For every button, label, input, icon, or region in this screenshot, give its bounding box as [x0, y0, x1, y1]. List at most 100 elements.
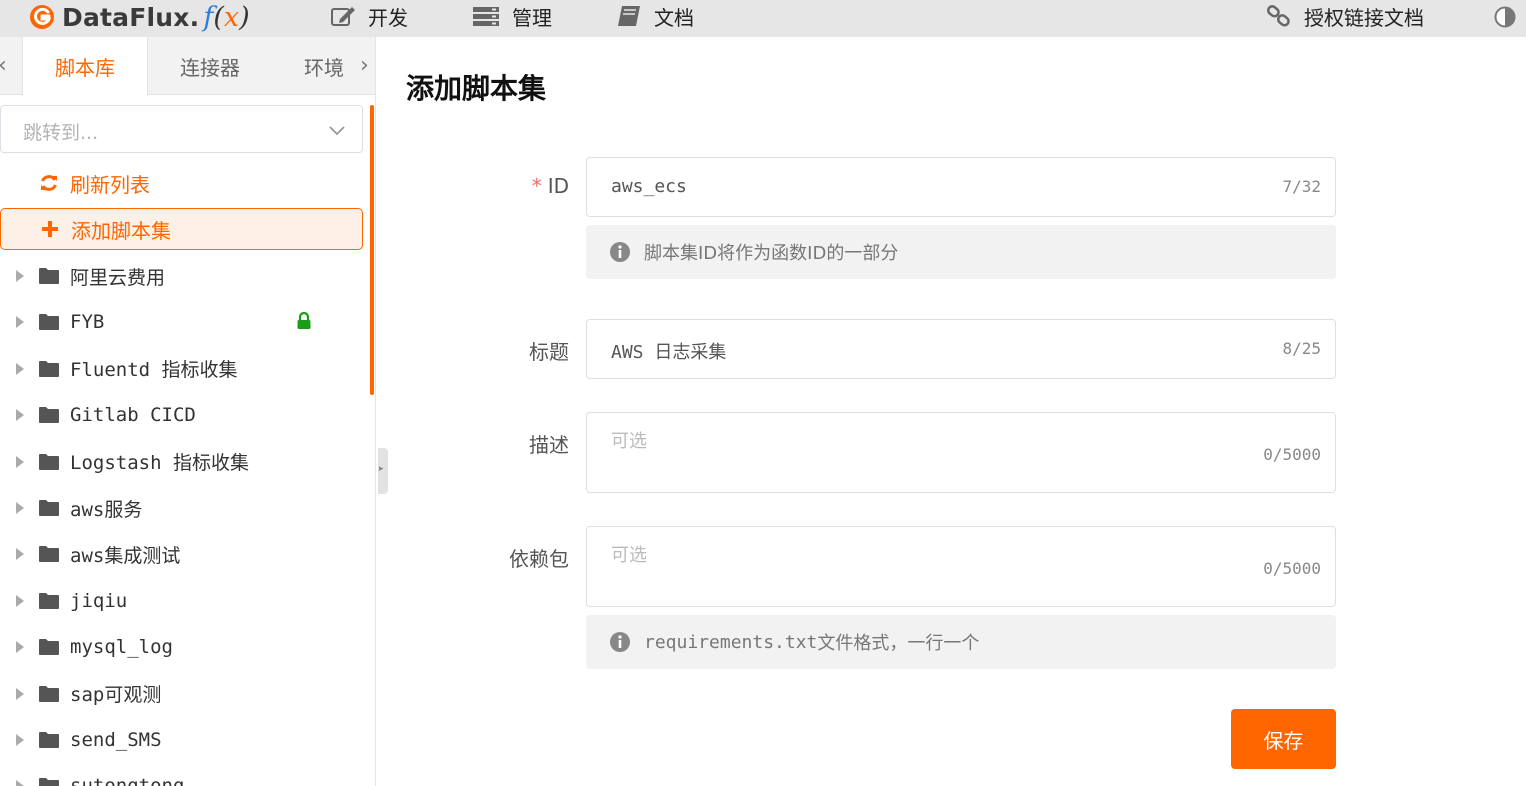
sidebar-scrollbar[interactable] — [370, 105, 374, 395]
expand-caret-icon[interactable] — [16, 780, 26, 786]
tree-item-label: sap可观测 — [70, 684, 162, 707]
refresh-list-button[interactable]: 刷新列表 — [0, 162, 150, 204]
title-input[interactable]: AWS 日志采集 8/25 — [586, 319, 1336, 379]
lock-icon — [297, 312, 311, 330]
expand-caret-icon[interactable] — [16, 594, 26, 607]
jump-to-placeholder: 跳转到... — [23, 122, 99, 144]
folder-icon — [39, 639, 59, 656]
sidebar: ‹ 脚本库 连接器 环境 › 跳转到... 刷新列表 添加脚本集 — [0, 37, 376, 786]
sidebar-collapse-handle[interactable]: ▸ — [378, 448, 388, 494]
tree-item[interactable]: aws集成测试 — [0, 536, 363, 572]
requirements-placeholder: 可选 — [611, 545, 647, 566]
link-icon — [1266, 5, 1290, 27]
folder-icon — [39, 360, 59, 377]
expand-caret-icon[interactable] — [16, 548, 26, 561]
tree-item[interactable]: mysql_log — [0, 629, 363, 665]
tree-item-label: aws集成测试 — [70, 544, 181, 567]
edit-icon — [331, 7, 355, 26]
tree-item[interactable]: 阿里云费用 — [0, 258, 363, 294]
expand-caret-icon[interactable] — [16, 409, 26, 422]
requirements-hint: requirements.txt 文件格式，一行一个 — [586, 615, 1336, 669]
tab-scroll-right-icon[interactable]: › — [360, 53, 369, 78]
dataflux-logo-icon — [30, 5, 54, 29]
tab-script-library[interactable]: 脚本库 — [22, 37, 148, 96]
nav-develop[interactable]: 开发 — [330, 0, 408, 32]
expand-caret-icon[interactable] — [16, 316, 26, 329]
tree-item[interactable]: Gitlab CICD — [0, 397, 363, 433]
tab-connectors[interactable]: 连接器 — [148, 37, 272, 95]
book-icon — [618, 6, 640, 26]
id-value: aws_ecs — [611, 176, 687, 197]
folder-icon — [39, 453, 59, 470]
folder-icon — [39, 778, 59, 786]
tree-item[interactable]: sap可观测 — [0, 676, 363, 712]
tree-item[interactable]: sutongtong — [0, 768, 363, 786]
sidebar-tabbar: ‹ 脚本库 连接器 环境 › — [0, 37, 375, 96]
id-input[interactable]: aws_ecs 7/32 — [586, 157, 1336, 217]
server-icon — [473, 7, 499, 26]
page-title: 添加脚本集 — [406, 72, 547, 105]
tab-environment[interactable]: 环境 — [290, 37, 358, 95]
logo-fx: f(x) — [203, 1, 250, 33]
description-textarea[interactable]: 可选 0/5000 — [586, 412, 1336, 493]
tree-item-label: sutongtong — [70, 775, 184, 786]
expand-caret-icon[interactable] — [16, 502, 26, 514]
folder-icon — [39, 592, 59, 609]
tree-item[interactable]: FYB — [0, 304, 363, 340]
tab-scroll-left-icon[interactable]: ‹ — [0, 53, 7, 78]
refresh-list-label: 刷新列表 — [70, 172, 150, 197]
description-placeholder: 可选 — [611, 431, 647, 452]
save-button[interactable]: 保存 — [1231, 709, 1336, 769]
tree-item[interactable]: jiqiu — [0, 583, 363, 619]
required-mark: * — [531, 174, 542, 198]
requirements-char-count: 0/5000 — [1263, 559, 1321, 578]
id-char-count: 7/32 — [1282, 177, 1321, 196]
requirements-hint-filename: requirements.txt — [644, 631, 818, 653]
nav-manage[interactable]: 管理 — [472, 0, 552, 32]
nav-auth-link-docs-label: 授权链接文档 — [1304, 5, 1424, 30]
id-label: * ID — [531, 174, 569, 198]
tree-item[interactable]: Fluentd 指标收集 — [0, 351, 363, 387]
refresh-icon — [38, 172, 60, 194]
folder-icon — [39, 685, 59, 702]
folder-icon — [39, 268, 59, 284]
expand-caret-icon[interactable] — [16, 734, 26, 746]
expand-caret-icon[interactable] — [16, 270, 26, 282]
main-content: 添加脚本集 * ID aws_ecs 7/32 脚本集ID将作为函数ID的一部分 … — [389, 37, 1526, 786]
dataflux-logo[interactable]: DataFlux. f(x) — [28, 0, 250, 34]
requirements-hint-text: 文件格式，一行一个 — [817, 633, 980, 654]
tree-item[interactable]: aws服务 — [0, 490, 363, 526]
tree-item-label: Gitlab CICD — [70, 404, 196, 427]
tree-item-label: aws服务 — [70, 498, 143, 521]
logo-text: DataFlux. — [62, 2, 200, 32]
folder-icon — [39, 732, 59, 748]
tree-item-label: FYB — [70, 311, 105, 334]
collapse-arrow-icon: ▸ — [379, 464, 384, 474]
expand-caret-icon[interactable] — [16, 455, 26, 468]
tree-item-label: send_SMS — [70, 729, 162, 751]
title-char-count: 8/25 — [1282, 339, 1321, 358]
tree-item[interactable]: Logstash 指标收集 — [0, 444, 363, 480]
expand-caret-icon[interactable] — [16, 687, 26, 700]
info-icon — [610, 632, 630, 652]
tree-item[interactable]: send_SMS — [0, 722, 363, 758]
nav-manage-label: 管理 — [512, 5, 552, 30]
add-script-set-button[interactable]: 添加脚本集 — [0, 208, 363, 250]
info-icon — [610, 242, 630, 262]
tree-item-label: mysql_log — [70, 636, 173, 659]
requirements-textarea[interactable]: 可选 0/5000 — [586, 526, 1336, 607]
title-label: 标题 — [529, 340, 569, 364]
tree-item-label: jiqiu — [70, 589, 128, 612]
folder-icon — [39, 500, 59, 516]
chevron-down-icon — [329, 126, 345, 136]
nav-auth-link-docs[interactable]: 授权链接文档 — [1266, 0, 1424, 32]
contrast-icon[interactable] — [1494, 6, 1516, 28]
title-value: AWS 日志采集 — [611, 342, 727, 363]
expand-caret-icon[interactable] — [16, 362, 26, 375]
jump-to-select[interactable]: 跳转到... — [0, 105, 363, 153]
expand-caret-icon[interactable] — [16, 641, 26, 654]
folder-icon — [39, 314, 59, 331]
nav-docs[interactable]: 文档 — [616, 0, 694, 32]
nav-docs-label: 文档 — [654, 5, 694, 30]
plus-icon — [39, 218, 61, 240]
